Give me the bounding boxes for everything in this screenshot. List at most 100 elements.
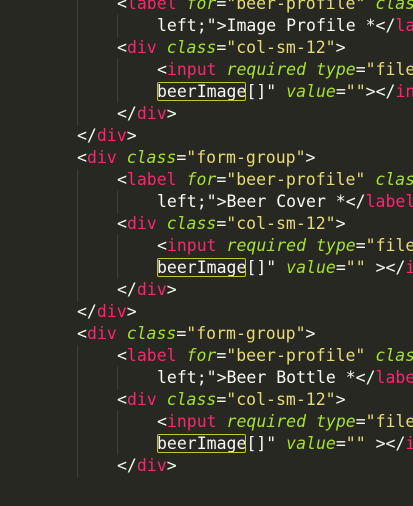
indent-guide (77, 367, 78, 389)
code-token: = (216, 214, 227, 233)
code-token: </ (117, 104, 137, 123)
code-token: < (157, 60, 167, 79)
indent-guide (117, 411, 118, 433)
indent-guide (77, 15, 78, 37)
code-token: div (126, 38, 157, 57)
indent-guide (77, 411, 78, 433)
code-token: = (335, 82, 346, 101)
code-token: "col-sm-12" (226, 38, 336, 57)
code-token: "beer-profile" (226, 0, 366, 13)
code-token: labe (375, 368, 413, 387)
code-token: div (96, 126, 127, 145)
code-token: left;">Image Profile *</ (157, 16, 396, 35)
indent-guide (77, 455, 78, 477)
code-token: > (305, 148, 316, 167)
code-token: []" (246, 434, 287, 453)
indent-guide (77, 389, 78, 411)
code-token: < (157, 412, 167, 431)
indent-guide (77, 279, 78, 301)
indent-guide (117, 257, 118, 279)
code-token: = (216, 170, 227, 189)
code-token: i (405, 258, 413, 277)
indent-guide (77, 257, 78, 279)
code-token: < (117, 390, 127, 409)
code-token: la (395, 16, 413, 35)
code-token: "file (365, 236, 413, 255)
code-token: label (126, 170, 177, 189)
code-token: div (126, 214, 157, 233)
indent-guide (117, 81, 118, 103)
code-token: value (286, 82, 336, 101)
code-token: "file (365, 60, 413, 79)
highlighted-token: beerImage (157, 434, 247, 453)
code-token: </ (117, 456, 137, 475)
code-token: required (226, 60, 307, 79)
code-token: "" (345, 82, 366, 101)
code-token: required (226, 236, 307, 255)
code-token: "beer-profile" (226, 170, 366, 189)
code-token: "form-group" (186, 324, 306, 343)
code-token: i (405, 434, 413, 453)
code-token: < (117, 214, 127, 233)
code-token: "form-group" (186, 148, 306, 167)
code-token: "file (365, 412, 413, 431)
code-token: "col-sm-12" (226, 390, 336, 409)
code-token: input (166, 236, 217, 255)
code-token: = (355, 60, 366, 79)
indent-guide (77, 103, 78, 125)
code-editor[interactable]: <label for="beer-profile" classleft;">Im… (0, 0, 413, 506)
code-line: <input required type="file (157, 235, 413, 257)
code-token: in (395, 82, 413, 101)
code-token: "" (345, 434, 366, 453)
code-token: > (126, 126, 137, 145)
code-token: > (126, 302, 137, 321)
code-token: div (86, 324, 117, 343)
code-token: "beer-profile" (226, 346, 366, 365)
code-token: < (117, 38, 127, 57)
code-token: < (77, 148, 87, 167)
code-line: beerImage[]" value="" ></i (157, 257, 413, 279)
code-token: value (286, 434, 336, 453)
code-token: class (166, 214, 217, 233)
code-token: label (126, 346, 177, 365)
indent-guide (117, 433, 118, 455)
code-line: </div> (77, 125, 137, 147)
code-token: "" (345, 258, 366, 277)
code-token: div (136, 456, 167, 475)
code-token: > (335, 38, 346, 57)
code-token: = (216, 346, 227, 365)
code-token: type (315, 236, 356, 255)
code-token: = (216, 390, 227, 409)
indent-guide (77, 433, 78, 455)
code-token: = (176, 148, 187, 167)
code-line: <div class="form-group"> (77, 323, 315, 345)
indent-guide (77, 0, 78, 15)
code-token: value (286, 258, 336, 277)
code-line: <div class="col-sm-12"> (117, 213, 346, 235)
code-token: div (86, 148, 117, 167)
code-token: div (136, 104, 167, 123)
code-token: = (355, 236, 366, 255)
indent-guide (117, 59, 118, 81)
code-token: ></ (365, 82, 396, 101)
code-token: < (157, 236, 167, 255)
code-token: type (315, 60, 356, 79)
code-token: input (166, 412, 217, 431)
code-token: div (136, 280, 167, 299)
code-token: class (126, 148, 177, 167)
code-line: <input required type="file (157, 59, 413, 81)
code-line: <div class="col-sm-12"> (117, 37, 346, 59)
